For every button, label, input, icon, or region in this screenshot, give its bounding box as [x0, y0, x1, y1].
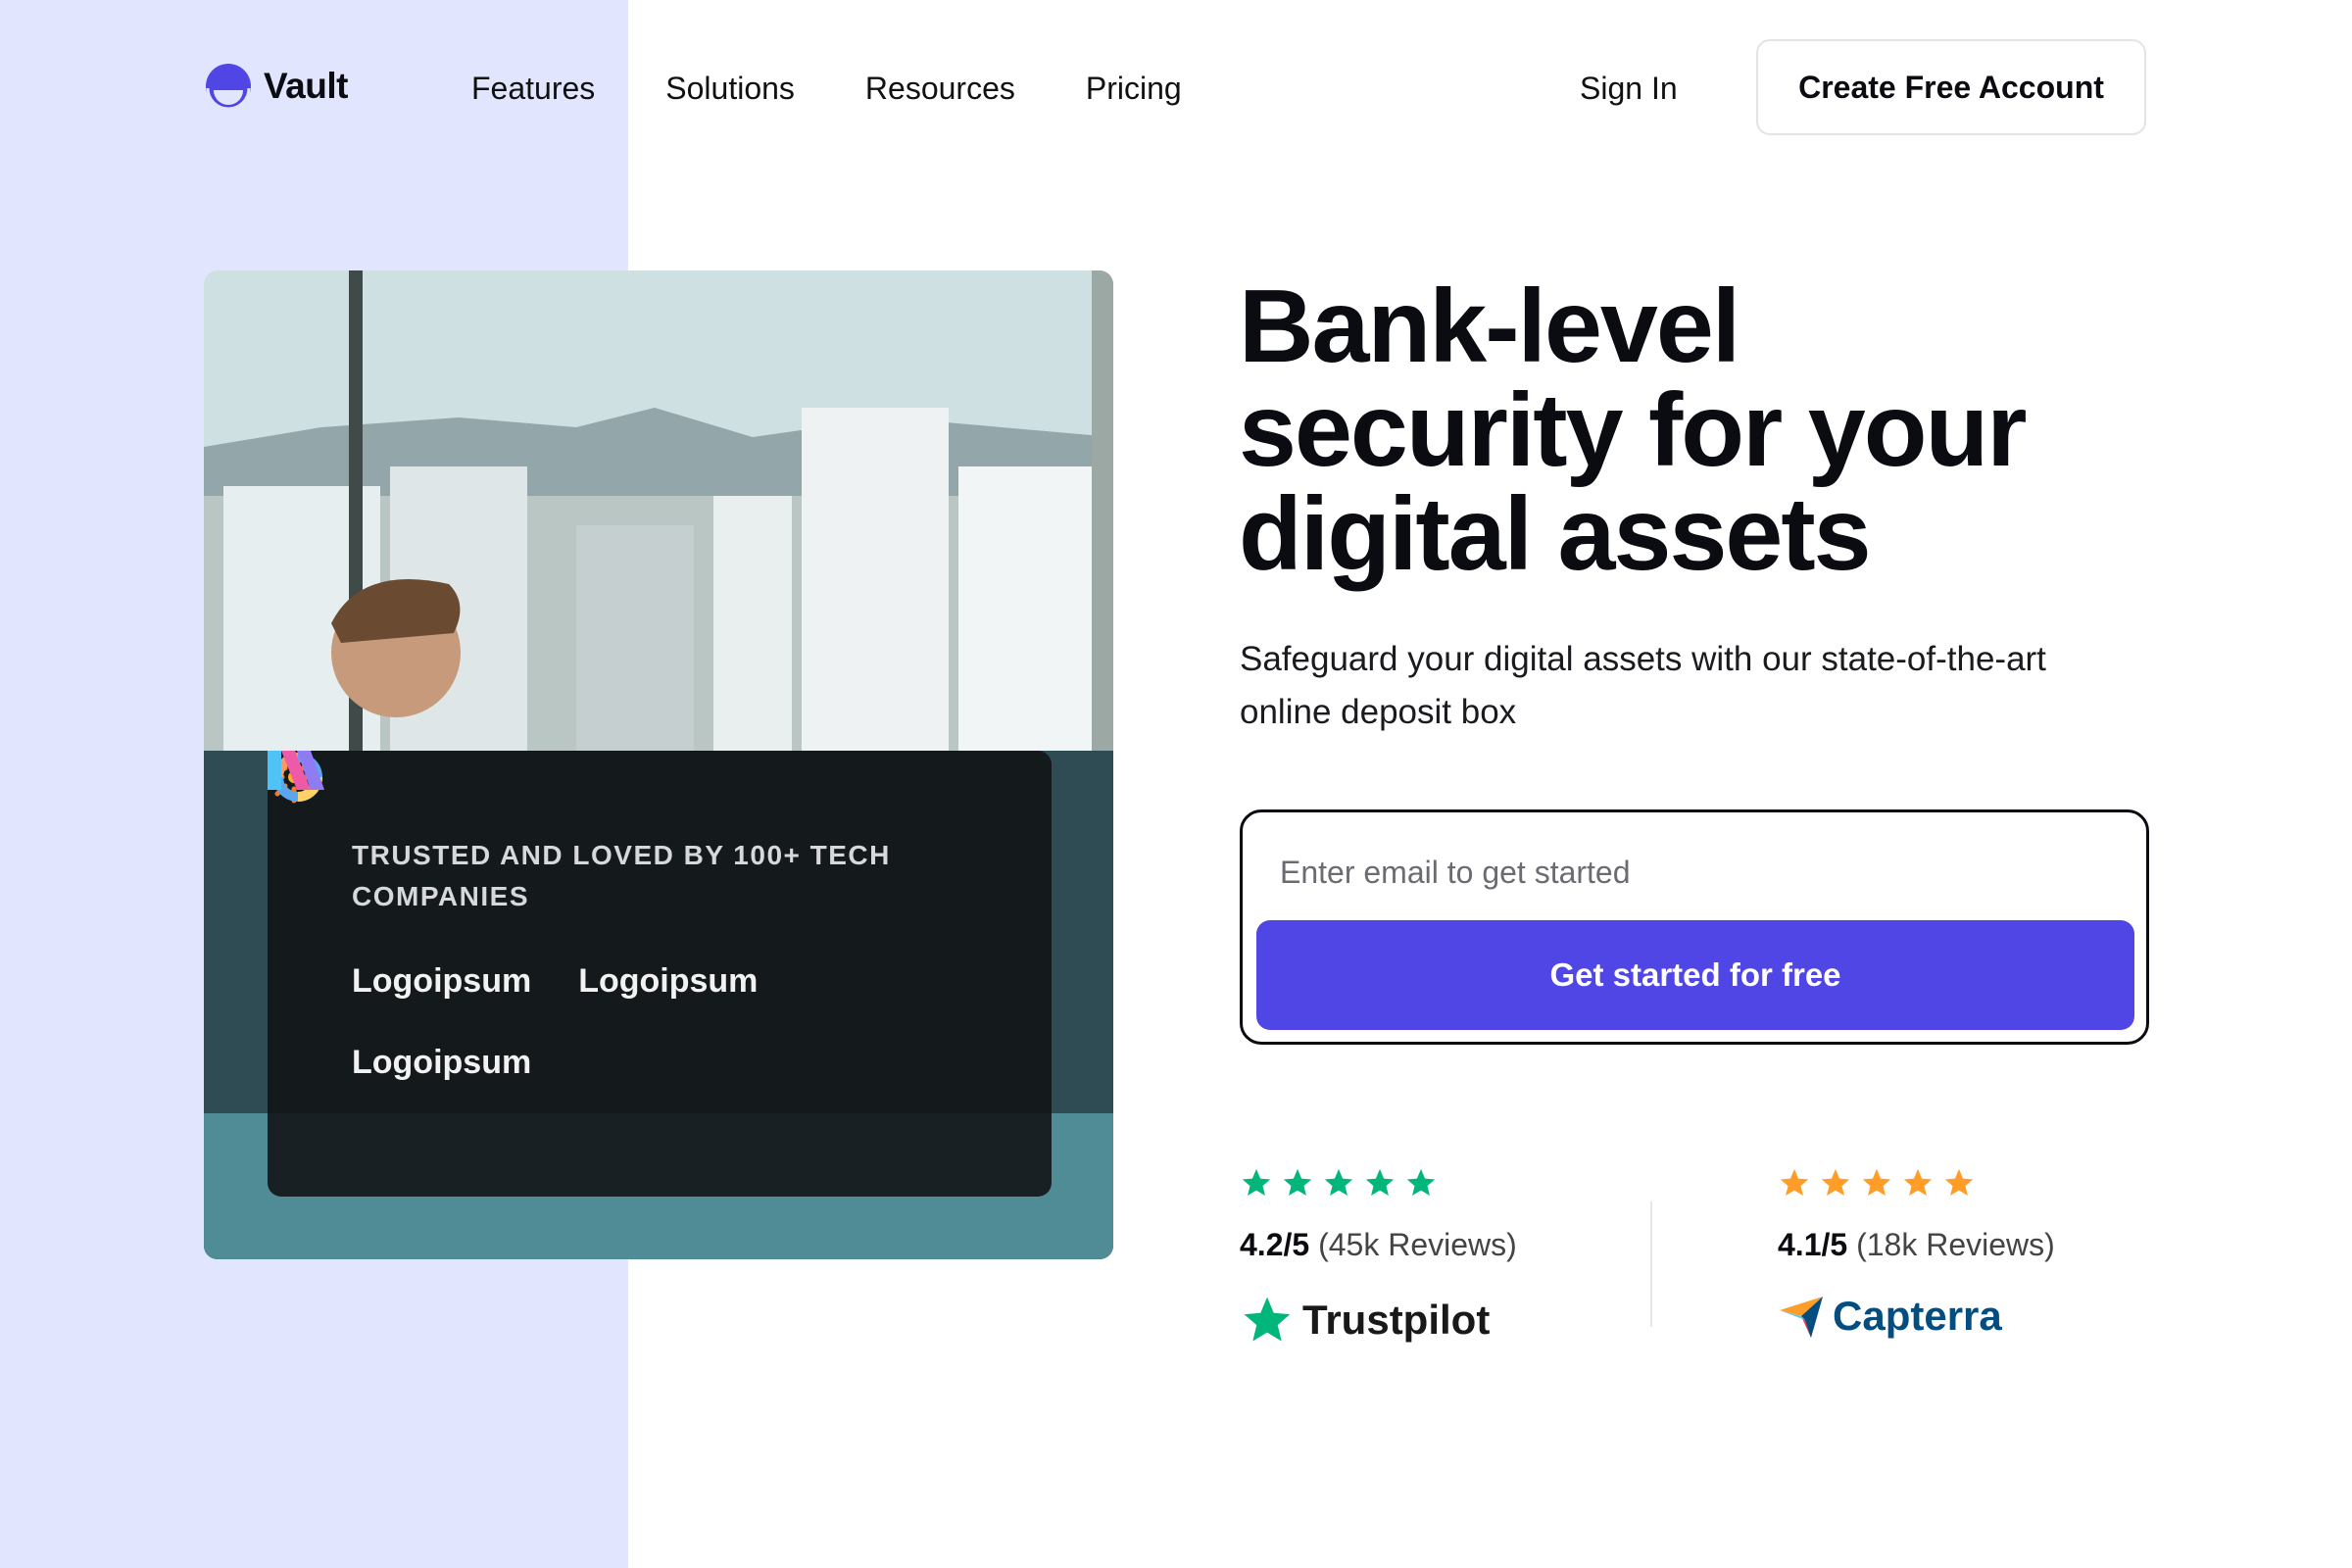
capterra-badge[interactable]: Capterra: [1778, 1293, 2055, 1340]
star-icon: [1406, 1168, 1436, 1197]
trustpilot-rating: 4.2/5 (45k Reviews) Trustpilot: [1240, 1166, 1517, 1348]
star-icon: [1821, 1168, 1850, 1197]
star-icon: [1903, 1168, 1933, 1197]
nav-features[interactable]: Features: [471, 71, 595, 107]
rating-divider: [1650, 1201, 1652, 1327]
trusted-title: TRUSTED AND LOVED BY 100+ TECH COMPANIES: [352, 840, 891, 911]
page-subheadline: Safeguard your digital assets with our s…: [1240, 640, 2046, 731]
star-icon: [1324, 1168, 1353, 1197]
star-icon: [1862, 1168, 1891, 1197]
nav-pricing[interactable]: Pricing: [1086, 71, 1182, 107]
logo-name: Logoipsum: [578, 962, 759, 1000]
sign-in-link[interactable]: Sign In: [1580, 71, 1678, 107]
main-nav: Features Solutions Resources Pricing: [471, 71, 1182, 107]
star-icon: [1242, 1168, 1271, 1197]
star-rating: [1240, 1166, 1517, 1200]
brand-logo[interactable]: Vault: [205, 63, 348, 110]
company-logo: Logoipsum: [273, 753, 759, 1001]
rating-score: 4.1/5 (18k Reviews): [1778, 1227, 2055, 1263]
star-icon: [1283, 1168, 1312, 1197]
brand-name: Vault: [264, 66, 348, 106]
trustpilot-badge[interactable]: Trustpilot: [1240, 1293, 1517, 1348]
logo-name: Logoipsum: [352, 962, 532, 1000]
capterra-arrow-icon: [1780, 1297, 1823, 1338]
create-account-button[interactable]: Create Free Account: [1756, 39, 2146, 135]
company-logo: Logoipsum: [268, 751, 532, 1082]
logo-name: Logoipsum: [352, 1044, 532, 1081]
nav-resources[interactable]: Resources: [865, 71, 1015, 107]
vault-logo-icon: [206, 64, 251, 110]
star-icon: [1365, 1168, 1395, 1197]
hero-image: TRUSTED AND LOVED BY 100+ TECH COMPANIES…: [204, 270, 1113, 1259]
stripes-icon: [268, 751, 324, 790]
email-input[interactable]: [1278, 842, 2105, 903]
score-value: 4.2/5: [1240, 1227, 1310, 1262]
company-logo: Logoipsum: [268, 751, 532, 1001]
get-started-button[interactable]: Get started for free: [1256, 920, 2134, 1030]
page-headline: Bank-level security for your digital ass…: [1239, 269, 2027, 592]
platform-name: Capterra: [1833, 1293, 2002, 1339]
platform-name: Trustpilot: [1302, 1297, 1491, 1343]
review-count: (18k Reviews): [1856, 1227, 2055, 1262]
nav-solutions[interactable]: Solutions: [665, 71, 795, 107]
star-icon: [1780, 1168, 1809, 1197]
star-icon: [1944, 1168, 1974, 1197]
trusted-companies-card: TRUSTED AND LOVED BY 100+ TECH COMPANIES…: [268, 751, 1052, 1197]
signup-form: Get started for free: [1240, 809, 2149, 1045]
rating-score: 4.2/5 (45k Reviews): [1240, 1227, 1517, 1263]
company-logos: Logoipsum Logoipsum Logoipsum: [268, 751, 940, 1082]
review-count: (45k Reviews): [1318, 1227, 1517, 1262]
capterra-rating: 4.1/5 (18k Reviews) Capterra: [1778, 1166, 2055, 1340]
trustpilot-star-icon: [1244, 1297, 1291, 1342]
score-value: 4.1/5: [1778, 1227, 1848, 1262]
star-rating: [1778, 1166, 2055, 1200]
